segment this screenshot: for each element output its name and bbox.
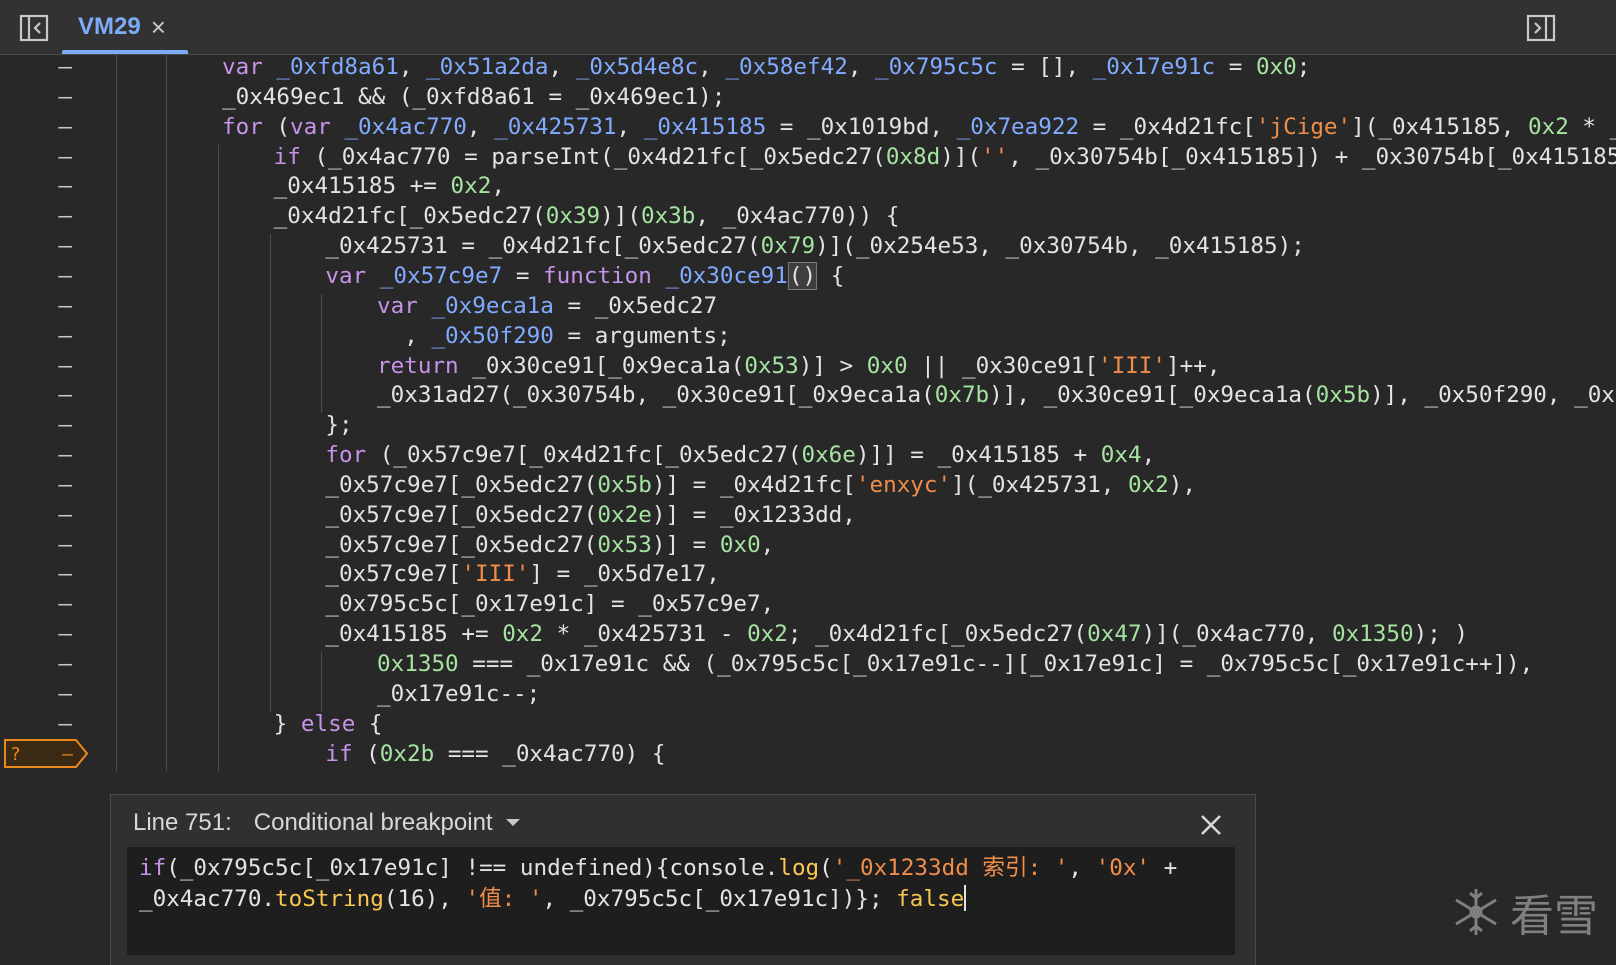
- code-line[interactable]: – for (_0x57c9e7[_0x4d21fc[_0x5edc27(0x6e…: [0, 440, 1616, 471]
- code-line[interactable]: – _0x415185 += 0x2 * _0x425731 - 0x2; _0x…: [0, 619, 1616, 650]
- code-text: _0x415185 += 0x2 * _0x425731 - 0x2; _0x4…: [325, 621, 1469, 648]
- code-line[interactable]: – if (_0x4ac770 = parseInt(_0x4d21fc[_0x5…: [0, 142, 1616, 173]
- code-text: for (var _0x4ac770, _0x425731, _0x415185…: [222, 113, 1616, 140]
- code-line[interactable]: – for (var _0x4ac770, _0x425731, _0x41518…: [0, 112, 1616, 143]
- breakpoint-line-label: Line 751:: [133, 809, 232, 836]
- tab-label: VM29: [78, 13, 141, 40]
- code-text: _0x425731 = _0x4d21fc[_0x5edc27(0x79)](_…: [325, 233, 1305, 260]
- code-line[interactable]: if (0x2b === _0x4ac770) {? –: [0, 738, 1616, 770]
- line-gutter[interactable]: –: [0, 649, 116, 680]
- code-text: _0x57c9e7['III'] = _0x5d7e17,: [325, 561, 720, 588]
- code-line[interactable]: – _0x57c9e7[_0x5edc27(0x5b)] = _0x4d21fc[…: [0, 470, 1616, 501]
- tab-close-icon[interactable]: ×: [151, 14, 166, 40]
- conditional-breakpoint-panel: Line 751: Conditional breakpoint if(_0x7…: [110, 794, 1256, 965]
- breakpoint-header: Line 751: Conditional breakpoint: [133, 809, 521, 837]
- breakpoint-type-dropdown[interactable]: Conditional breakpoint: [254, 809, 521, 837]
- code-line[interactable]: – return _0x30ce91[_0x9eca1a(0x53)] > 0x0…: [0, 351, 1616, 382]
- code-text: _0x17e91c--;: [377, 680, 541, 707]
- line-gutter[interactable]: –: [0, 291, 116, 322]
- line-gutter[interactable]: –: [0, 559, 116, 590]
- code-line[interactable]: – _0x469ec1 && (_0xfd8a61 = _0x469ec1);: [0, 82, 1616, 113]
- line-gutter[interactable]: –: [0, 679, 116, 710]
- breakpoint-marker-mark: –: [62, 744, 73, 765]
- code-editor[interactable]: – var _0xfd8a61, _0x51a2da, _0x5d4e8c, _0…: [0, 55, 1616, 795]
- code-line[interactable]: –};: [0, 410, 1616, 441]
- line-gutter[interactable]: –: [0, 351, 116, 382]
- code-line[interactable]: – } else {: [0, 709, 1616, 740]
- line-gutter[interactable]: –: [0, 530, 116, 561]
- code-text: _0x57c9e7[_0x5edc27(0x53)] = 0x0,: [325, 531, 775, 558]
- line-gutter[interactable]: –: [0, 55, 116, 83]
- line-gutter[interactable]: –: [0, 709, 116, 740]
- snowflake-icon: [1455, 889, 1497, 935]
- code-text: _0x795c5c[_0x17e91c] = _0x57c9e7,: [325, 591, 775, 618]
- breakpoint-type-label: Conditional breakpoint: [253, 809, 493, 836]
- code-text: } else {: [273, 710, 383, 737]
- code-line[interactable]: – _0x31ad27(_0x30754b, _0x30ce91[_0x9eca1…: [0, 380, 1616, 411]
- text-caret: [964, 885, 967, 911]
- line-gutter[interactable]: –: [0, 321, 116, 352]
- line-gutter[interactable]: –: [0, 112, 116, 143]
- line-gutter[interactable]: –: [0, 619, 116, 650]
- code-line[interactable]: – _0x57c9e7[_0x5edc27(0x53)] = 0x0,: [0, 530, 1616, 561]
- line-gutter[interactable]: –: [0, 470, 116, 501]
- line-gutter[interactable]: –: [0, 171, 116, 202]
- code-text: _0x469ec1 && (_0xfd8a61 = _0x469ec1);: [222, 83, 726, 110]
- close-icon[interactable]: [1197, 811, 1225, 839]
- code-line[interactable]: – _0x4d21fc[_0x5edc27(0x39)](0x3b, _0x4ac…: [0, 201, 1616, 232]
- code-text: _0x4d21fc[_0x5edc27(0x39)](0x3b, _0x4ac7…: [273, 203, 900, 230]
- code-text: 0x1350 === _0x17e91c && (_0x795c5c[_0x17…: [377, 651, 1534, 677]
- conditional-breakpoint-marker[interactable]: ? –: [4, 738, 88, 768]
- code-text: var _0x57c9e7 = function _0x30ce91() {: [325, 261, 845, 290]
- breakpoint-marker-label: ?: [10, 744, 21, 765]
- code-text: _0x57c9e7[_0x5edc27(0x5b)] = _0x4d21fc['…: [325, 471, 1196, 498]
- code-text: var _0x9eca1a = _0x5edc27: [377, 292, 718, 319]
- code-text: if (_0x4ac770 = parseInt(_0x4d21fc[_0x5e…: [273, 143, 1616, 170]
- code-text: , _0x50f290 = arguments;: [377, 322, 731, 349]
- code-line[interactable]: – _0x795c5c[_0x17e91c] = _0x57c9e7,: [0, 589, 1616, 620]
- breakpoint-condition-input[interactable]: if(_0x795c5c[_0x17e91c] !== undefined){c…: [127, 847, 1235, 955]
- code-line[interactable]: – _0x57c9e7['III'] = _0x5d7e17,: [0, 559, 1616, 590]
- code-line[interactable]: – _0x415185 += 0x2,: [0, 171, 1616, 202]
- watermark: 看雪: [1450, 880, 1598, 944]
- line-gutter[interactable]: –: [0, 589, 116, 620]
- code-text: return _0x30ce91[_0x9eca1a(0x53)] > 0x0 …: [377, 352, 1221, 379]
- code-line[interactable]: – var _0xfd8a61, _0x51a2da, _0x5d4e8c, _0…: [0, 55, 1616, 83]
- line-gutter[interactable]: –: [0, 261, 116, 292]
- watermark-text: 看雪: [1510, 891, 1598, 942]
- code-line[interactable]: – _0x57c9e7[_0x5edc27(0x2e)] = _0x1233dd,: [0, 500, 1616, 531]
- code-text: _0x415185 += 0x2,: [273, 173, 505, 200]
- line-gutter[interactable]: –: [0, 410, 116, 441]
- code-line[interactable]: – _0x425731 = _0x4d21fc[_0x5edc27(0x79)](…: [0, 231, 1616, 262]
- code-line[interactable]: – , _0x50f290 = arguments;: [0, 321, 1616, 352]
- code-line[interactable]: – _0x17e91c--;: [0, 679, 1616, 710]
- code-line[interactable]: – var _0x57c9e7 = function _0x30ce91() {: [0, 261, 1616, 292]
- code-text: _0x57c9e7[_0x5edc27(0x2e)] = _0x1233dd,: [325, 501, 856, 528]
- line-gutter[interactable]: –: [0, 231, 116, 262]
- line-gutter[interactable]: –: [0, 380, 116, 411]
- toggle-navigator-icon[interactable]: [18, 12, 50, 44]
- line-gutter[interactable]: –: [0, 82, 116, 113]
- tab-bar: VM29 ×: [0, 0, 1616, 55]
- code-line[interactable]: – 0x1350 === _0x17e91c && (_0x795c5c[_0x1…: [0, 649, 1616, 680]
- code-text: var _0xfd8a61, _0x51a2da, _0x5d4e8c, _0x…: [222, 55, 1311, 80]
- code-text: _0x31ad27(_0x30754b, _0x30ce91[_0x9eca1a…: [377, 382, 1616, 409]
- line-gutter[interactable]: –: [0, 500, 116, 531]
- code-text: };: [325, 412, 353, 439]
- line-gutter[interactable]: –: [0, 201, 116, 232]
- tab-vm29[interactable]: VM29 ×: [78, 0, 166, 54]
- code-line[interactable]: – var _0x9eca1a = _0x5edc27: [0, 291, 1616, 322]
- line-gutter[interactable]: –: [0, 142, 116, 173]
- chevron-down-icon: [505, 819, 520, 826]
- code-text: for (_0x57c9e7[_0x4d21fc[_0x5edc27(0x6e)…: [325, 442, 1156, 469]
- toggle-debugger-icon[interactable]: [1525, 12, 1557, 44]
- line-gutter[interactable]: –: [0, 440, 116, 471]
- active-tab-indicator: [62, 50, 188, 54]
- code-text: if (0x2b === _0x4ac770) {: [325, 740, 666, 767]
